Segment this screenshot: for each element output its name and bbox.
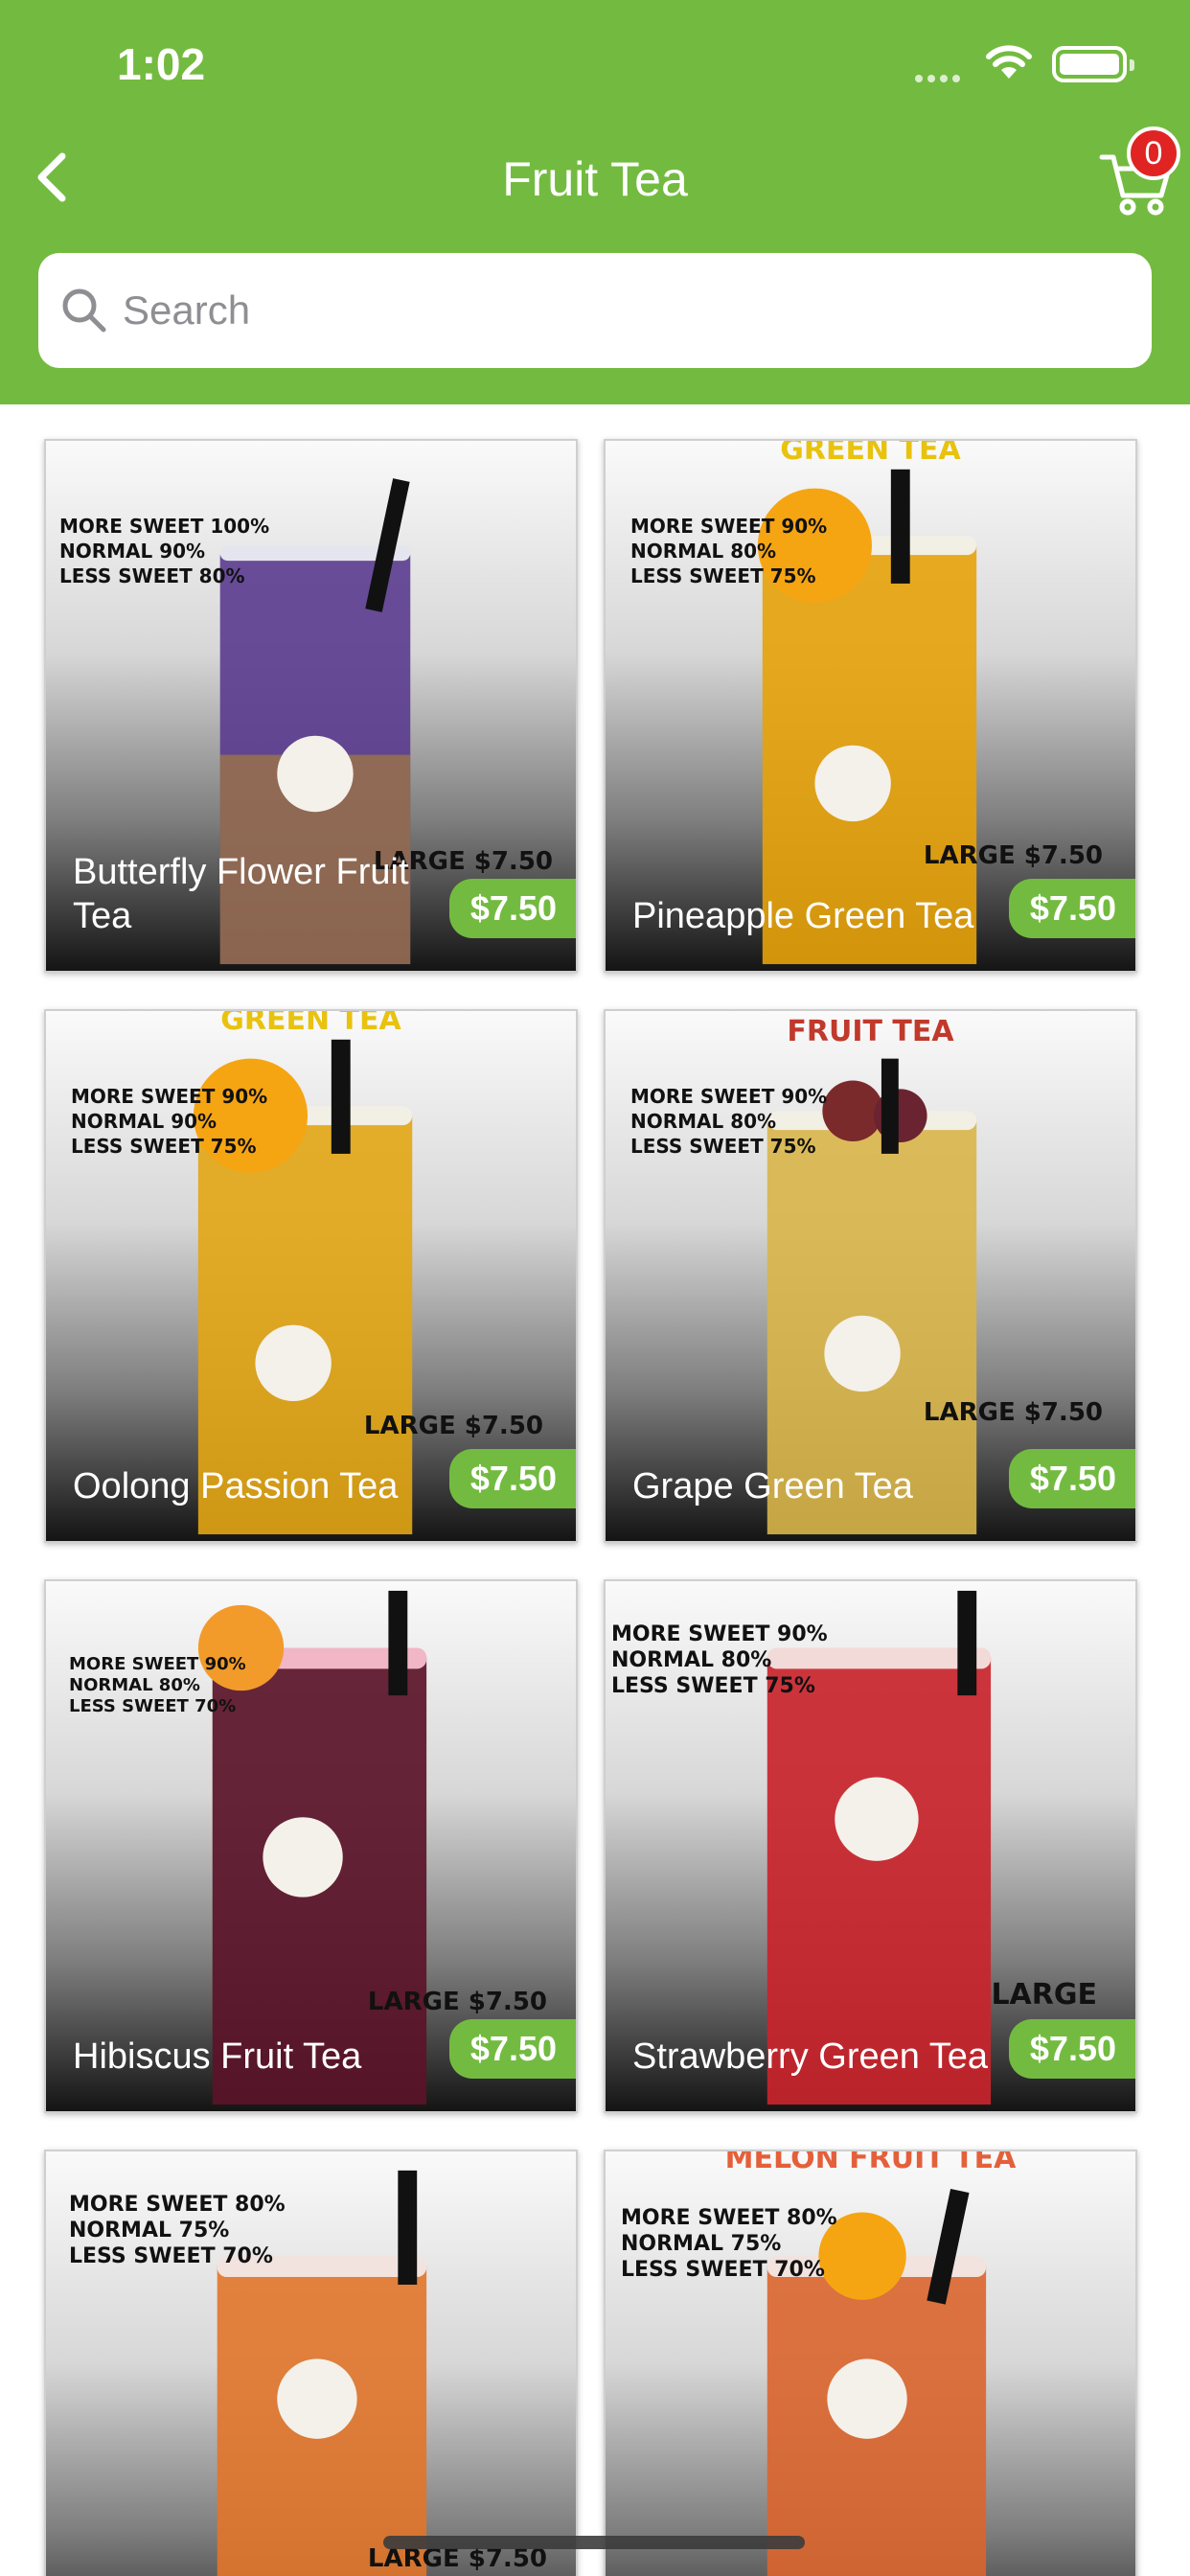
product-name: Hibiscus Fruit Tea [73,2036,362,2077]
sweet-more: MORE SWEET 80% [69,2193,286,2217]
sweet-normal: NORMAL 80% [630,540,777,563]
sweet-less: LESS SWEET 70% [621,2258,825,2282]
product-name: Grape Green Tea [632,1466,913,1506]
product-name: Oolong Passion Tea [73,1466,399,1506]
sweet-less: LESS SWEET 80% [59,564,245,587]
sweet-normal: NORMAL 90% [59,540,206,563]
size-label: LARGE $7.50 [923,841,1103,870]
price-badge: $7.50 [448,879,576,938]
product-grid: MORE SWEET 100% NORMAL 90% LESS SWEET 80… [0,404,1190,2576]
sweet-normal: NORMAL 80% [630,1110,777,1133]
sweet-normal: NORMAL 80% [69,1675,200,1695]
sweet-more: MORE SWEET 80% [621,2206,837,2230]
signal-icon [915,70,965,87]
sweet-normal: NORMAL 75% [621,2232,782,2256]
status-time: 1:02 [117,39,206,89]
product-card[interactable]: GREEN TEA MORE SWEET 90% NORMAL 80% LESS… [604,439,1137,973]
product-banner: FRUIT TEA [787,1015,954,1048]
size-label: LARGE [991,1978,1097,2012]
wifi-icon [986,45,1032,79]
sweet-normal: NORMAL 90% [71,1110,217,1133]
size-label: LARGE $7.50 [923,1398,1103,1427]
price-badge: $7.50 [1008,879,1135,938]
sweet-normal: NORMAL 80% [611,1648,772,1672]
search-bar[interactable] [38,253,1152,368]
search-icon [62,288,106,333]
battery-icon [1052,46,1134,82]
product-banner: GREEN TEA [220,1009,401,1037]
sweet-normal: NORMAL 75% [69,2219,230,2242]
sweet-more: MORE SWEET 90% [611,1622,828,1646]
search-input[interactable] [123,288,1081,334]
sweet-more: MORE SWEET 90% [630,1085,828,1108]
price-badge: $7.50 [1008,1449,1135,1508]
product-banner: GREEN TEA [780,439,961,467]
price-badge: $7.50 [448,1449,576,1508]
sweet-less: LESS SWEET 70% [69,2244,273,2268]
price-badge: $7.50 [1008,2019,1135,2079]
product-card[interactable]: FRUIT TEA MORE SWEET 90% NORMAL 80% LESS… [604,1009,1137,1543]
product-card[interactable]: MORE SWEET 90% NORMAL 80% LESS SWEET 70%… [44,1579,578,2113]
sweet-more: MORE SWEET 100% [59,515,270,538]
sweet-more: MORE SWEET 90% [69,1654,246,1674]
page-title: Fruit Tea [502,152,688,206]
product-card[interactable]: GREEN TEA MORE SWEET 90% NORMAL 90% LESS… [44,1009,578,1543]
sweet-less: LESS SWEET 75% [630,564,816,587]
product-card[interactable]: MELON FRUIT TEA MORE SWEET 80% NORMAL 75… [604,2150,1137,2576]
sweet-more: MORE SWEET 90% [630,515,828,538]
sweet-less: LESS SWEET 70% [69,1696,237,1716]
product-name: Butterfly Flower Fruit Tea [73,852,409,936]
product-card[interactable]: MORE SWEET 80% NORMAL 75% LESS SWEET 70%… [44,2150,578,2576]
price-badge: $7.50 [448,2019,576,2079]
size-label: LARGE $7.50 [367,1988,547,2016]
sweet-less: LESS SWEET 75% [611,1674,815,1698]
sweet-less: LESS SWEET 75% [71,1135,257,1158]
cart-count-badge: 0 [1127,126,1180,180]
sweet-less: LESS SWEET 75% [630,1135,816,1158]
sweet-more: MORE SWEET 90% [71,1085,268,1108]
product-card[interactable]: MORE SWEET 90% NORMAL 80% LESS SWEET 75%… [604,1579,1137,2113]
product-banner: MELON FRUIT TEA [724,2150,1017,2175]
home-indicator [383,2536,805,2549]
product-name: Pineapple Green Tea [632,896,974,936]
size-label: LARGE $7.50 [363,1412,543,1440]
app-header: 1:02 Fruit Tea 0 [0,0,1190,404]
product-card[interactable]: MORE SWEET 100% NORMAL 90% LESS SWEET 80… [44,439,578,973]
product-name: Strawberry Green Tea [632,2036,989,2077]
